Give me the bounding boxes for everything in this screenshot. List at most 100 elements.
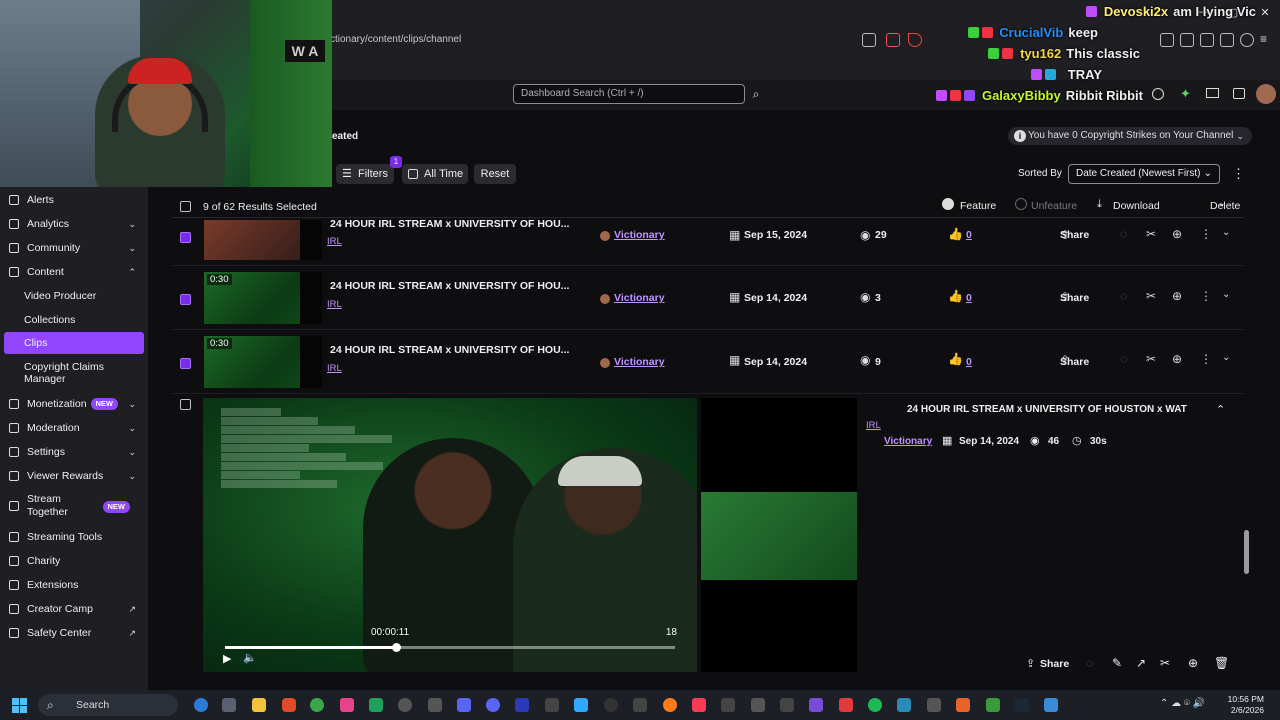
app-icon[interactable] — [839, 698, 853, 712]
avatar[interactable] — [1256, 84, 1276, 104]
close-window-button[interactable]: ✕ — [1258, 6, 1272, 20]
brave-icon[interactable] — [282, 698, 296, 712]
discord-icon[interactable] — [486, 698, 500, 712]
sidebar-item-content[interactable]: Content ⌃ — [0, 261, 148, 283]
taskbar-search[interactable]: ⌕ Search — [38, 694, 178, 716]
filters-button[interactable]: ☰ Filters — [336, 164, 394, 184]
category-tag[interactable]: IRL — [327, 236, 342, 247]
category-tag[interactable]: IRL — [327, 299, 342, 310]
copyright-strikes-notice[interactable]: i You have 0 Copyright Strikes on Your C… — [1008, 127, 1252, 145]
sidebar-item-extensions[interactable]: Extensions — [0, 574, 148, 596]
more-icon[interactable]: ⋮ — [1200, 352, 1212, 366]
sidebar-item-charity[interactable]: Charity — [0, 550, 148, 572]
chevron-down-icon[interactable]: ⌄ — [1222, 227, 1230, 238]
sidebar-item-monetization[interactable]: Monetization NEW ⌄ — [0, 393, 148, 415]
scissors-icon[interactable]: ✂ — [1146, 352, 1156, 366]
app-icon[interactable] — [428, 698, 442, 712]
row-checkbox[interactable] — [180, 399, 191, 410]
app-icon[interactable] — [1044, 698, 1058, 712]
media-icon[interactable] — [1160, 33, 1174, 47]
sidebar-item-copyright-claims[interactable]: Copyright Claims Manager — [0, 361, 148, 389]
add-icon[interactable]: ⊕ — [1172, 289, 1182, 303]
app-icon[interactable] — [369, 698, 383, 712]
channel-link[interactable]: Victionary — [600, 229, 665, 241]
obs-icon[interactable] — [604, 698, 618, 712]
app-icon[interactable] — [927, 698, 941, 712]
vpn-icon[interactable] — [1240, 33, 1254, 47]
clip-thumbnail[interactable]: 0:30 — [204, 336, 322, 388]
chevron-up-icon[interactable]: ⌃ — [1216, 403, 1225, 416]
app-icon[interactable] — [633, 698, 647, 712]
wallet-icon[interactable] — [1200, 33, 1214, 47]
scissors-icon[interactable]: ✂ — [1146, 289, 1156, 303]
clip-title[interactable]: 24 HOUR IRL STREAM x UNIVERSITY OF HOU..… — [330, 280, 569, 292]
system-clock[interactable]: 10:56 PM 2/6/2026 — [1228, 694, 1264, 716]
address-bar[interactable]: ctionary/content/clips/channel — [330, 29, 930, 51]
select-all-checkbox[interactable] — [180, 201, 191, 212]
steam-icon[interactable] — [1015, 698, 1029, 712]
category-tag[interactable]: IRL — [866, 420, 881, 431]
category-tag[interactable]: IRL — [327, 363, 342, 374]
whispers-icon[interactable] — [1233, 88, 1245, 99]
app-icon[interactable] — [809, 698, 823, 712]
spotify-icon[interactable] — [868, 698, 882, 712]
app-icon[interactable] — [956, 698, 970, 712]
play-icon[interactable]: ▶ — [223, 652, 231, 665]
brave-shield-icon[interactable] — [886, 33, 900, 47]
share-page-icon[interactable] — [862, 33, 876, 47]
channel-link[interactable]: Victionary — [884, 436, 932, 447]
chevron-down-icon[interactable]: ⌄ — [1222, 289, 1230, 300]
row-checkbox[interactable] — [180, 358, 191, 369]
scissors-icon[interactable]: ✂ — [1146, 227, 1156, 241]
table-row[interactable]: 0:30 24 HOUR IRL STREAM x UNIVERSITY OF … — [172, 332, 1244, 394]
chrome-icon[interactable] — [310, 698, 324, 712]
sidebar-toggle-icon[interactable] — [1180, 33, 1194, 47]
firefox-icon[interactable] — [663, 698, 677, 712]
sidebar-item-analytics[interactable]: Analytics ⌄ — [0, 213, 148, 235]
sidebar-item-collections[interactable]: Collections — [0, 309, 148, 331]
settings-icon[interactable] — [222, 698, 236, 712]
clip-thumbnail[interactable]: 0:30 — [204, 272, 322, 324]
edge-icon[interactable] — [194, 698, 208, 712]
app-icon[interactable] — [545, 698, 559, 712]
search-icon[interactable]: ⌕ — [745, 84, 767, 104]
app-icon[interactable] — [780, 698, 794, 712]
app-icon[interactable] — [897, 698, 911, 712]
sidebar-item-settings[interactable]: Settings ⌄ — [0, 441, 148, 463]
menu-icon[interactable]: ≡ — [1260, 33, 1274, 47]
feature-button[interactable]: Feature — [960, 200, 996, 212]
delete-button[interactable]: Delete — [1210, 200, 1240, 212]
tray-icons[interactable]: ⌃ ☁ ⌾ 🔊 — [1160, 698, 1205, 709]
seek-bar[interactable] — [225, 643, 675, 652]
music-icon[interactable] — [692, 698, 706, 712]
brave-rewards-icon[interactable] — [908, 33, 922, 47]
photoshop-icon[interactable] — [574, 698, 588, 712]
sidebar-item-safety-center[interactable]: Safety Center ↗ — [0, 622, 148, 644]
table-row[interactable]: 24 HOUR IRL STREAM x UNIVERSITY OF HOU..… — [172, 218, 1244, 266]
reset-button[interactable]: Reset — [474, 164, 516, 184]
app-icon[interactable] — [986, 698, 1000, 712]
help-icon[interactable] — [1152, 88, 1164, 100]
windows-start-icon[interactable] — [12, 698, 28, 714]
sort-select[interactable]: Date Created (Newest First) ⌄ — [1068, 164, 1220, 184]
all-time-button[interactable]: All Time — [402, 164, 468, 184]
add-icon[interactable]: ⊕ — [1188, 656, 1198, 670]
table-row[interactable]: 0:30 24 HOUR IRL STREAM x UNIVERSITY OF … — [172, 268, 1244, 330]
scissors-icon[interactable]: ✂ — [1160, 656, 1170, 670]
sidebar-item-alerts[interactable]: Alerts — [0, 189, 148, 211]
row-checkbox[interactable] — [180, 232, 191, 243]
more-options-icon[interactable]: ⋮ — [1232, 166, 1245, 182]
scrollbar[interactable] — [1244, 530, 1249, 574]
more-icon[interactable]: ⋮ — [1200, 227, 1212, 241]
sidebar-item-viewer-rewards[interactable]: Viewer Rewards ⌄ — [0, 465, 148, 487]
more-icon[interactable]: ⋮ — [1200, 289, 1212, 303]
clip-title[interactable]: 24 HOUR IRL STREAM x UNIVERSITY OF HOU..… — [330, 218, 569, 230]
trash-icon[interactable]: 🗑 — [1214, 656, 1229, 670]
sidebar-item-stream-together[interactable]: Stream Together NEW — [0, 493, 148, 521]
file-explorer-icon[interactable] — [252, 698, 266, 712]
sidebar-item-clips[interactable]: Clips — [4, 332, 144, 354]
row-checkbox[interactable] — [180, 294, 191, 305]
sidebar-item-streaming-tools[interactable]: Streaming Tools — [0, 526, 148, 548]
edit-icon[interactable]: ✎ — [1112, 656, 1122, 670]
sidebar-item-video-producer[interactable]: Video Producer — [0, 285, 148, 307]
